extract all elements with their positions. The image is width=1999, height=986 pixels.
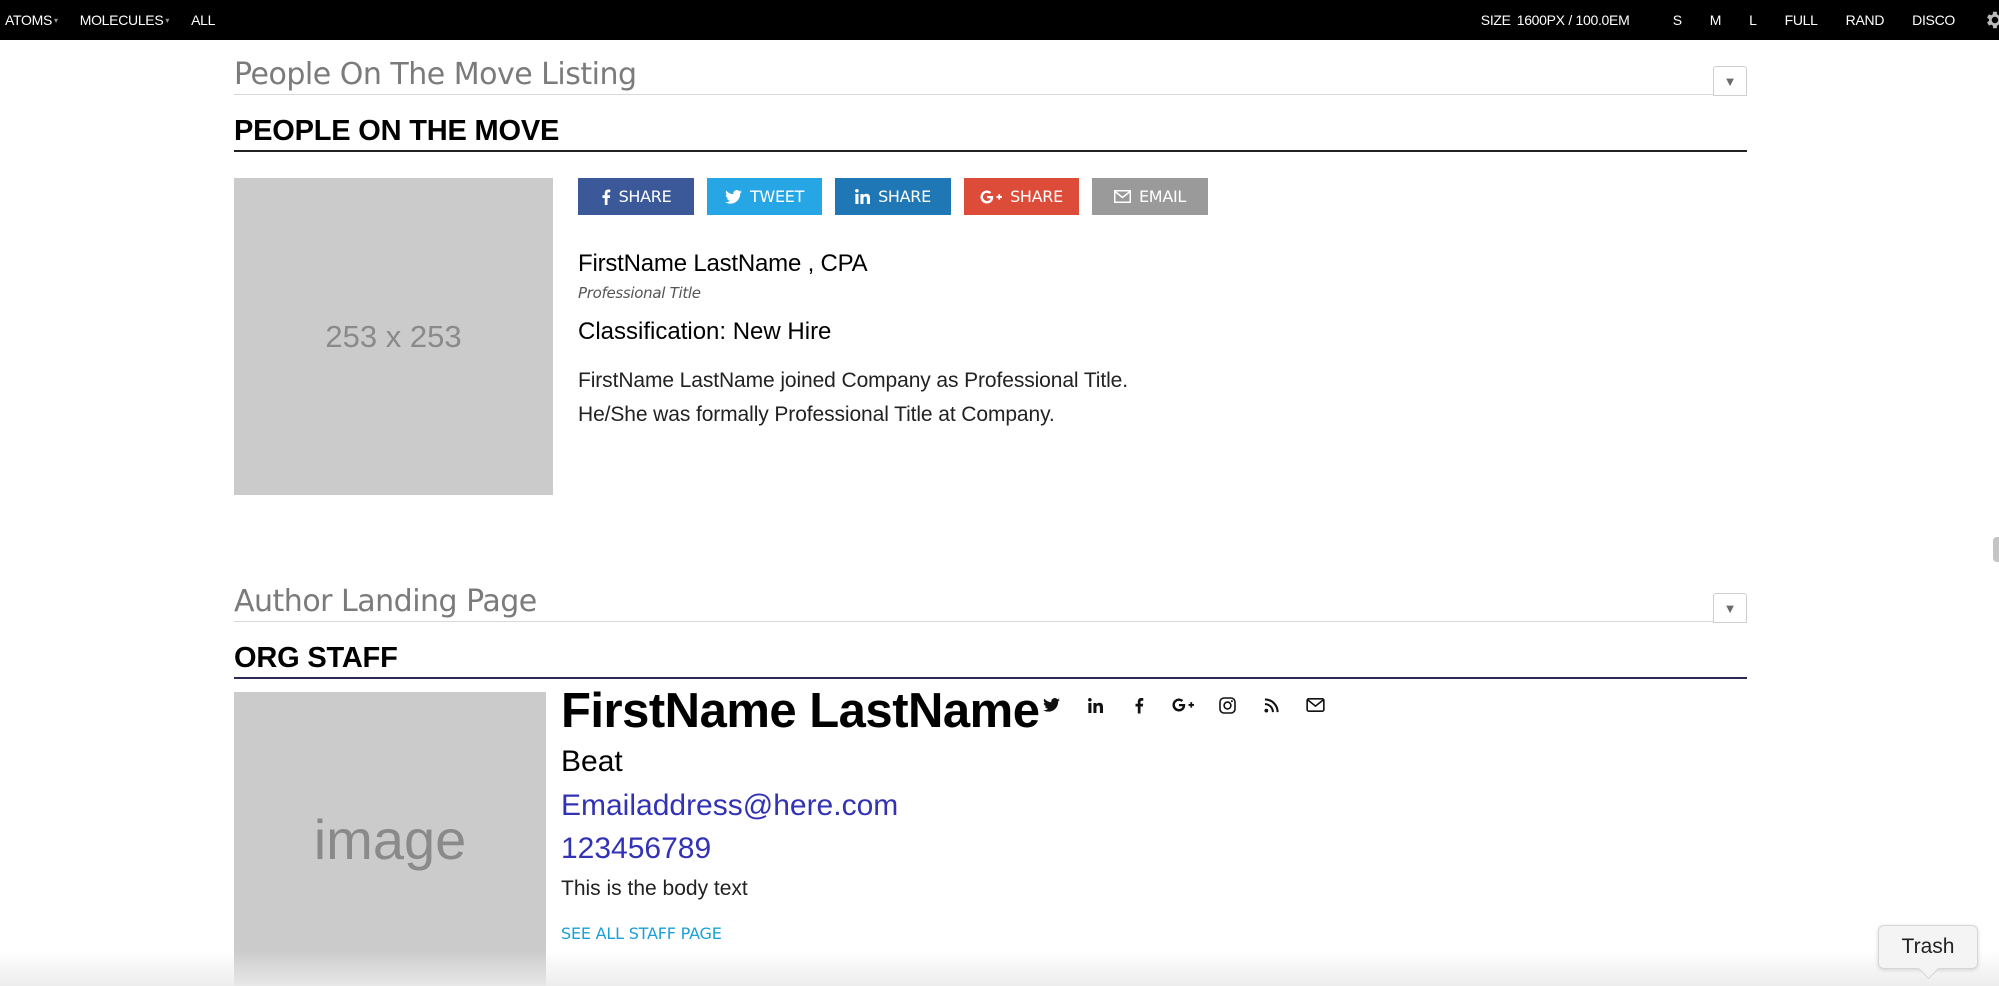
tweet-label: TWEET (749, 187, 805, 206)
nav-all-label: ALL (191, 12, 216, 28)
person-description: FirstName LastName joined Company as Pro… (578, 364, 1128, 432)
staff-phone-link[interactable]: 123456789 (561, 832, 711, 866)
size-disco-button[interactable]: DISCO (1912, 12, 1955, 28)
pattern-header-author-landing: Author Landing Page ▼ (234, 560, 1747, 623)
chevron-down-icon: ▾ (54, 15, 58, 25)
person-name: FirstName LastName , CPA (578, 250, 868, 277)
size-label: SIZE (1480, 12, 1511, 28)
classification: Classification: New Hire (578, 318, 832, 345)
twitter-icon (725, 189, 742, 204)
block-title: PEOPLE ON THE MOVE (234, 115, 560, 147)
size-value-input[interactable]: 1600PX / 100.0EM (1517, 12, 1647, 28)
nav-molecules[interactable]: MOLECULES ▾ (79, 12, 170, 28)
chevron-down-icon: ▾ (165, 15, 170, 25)
google-plus-share-button[interactable]: SHARE (964, 178, 1079, 215)
linkedin-icon[interactable] (1084, 694, 1106, 716)
staff-social-links (1040, 694, 1348, 716)
share-buttons: SHARE TWEET SHARE SHARE EMAIL (578, 178, 1221, 215)
envelope-icon (1114, 190, 1131, 203)
bottom-shadow (0, 950, 1999, 986)
scrollbar-handle[interactable] (1993, 537, 1999, 562)
pattern-toggle-button[interactable]: ▼ (1713, 66, 1747, 96)
share-label: SHARE (1010, 187, 1063, 206)
share-label: SHARE (618, 187, 672, 206)
staff-email-link[interactable]: Emailaddress@here.com (561, 789, 898, 823)
staff-name: FirstName LastName (561, 684, 1040, 738)
facebook-share-button[interactable]: SHARE (578, 178, 694, 215)
trash-label: Trash (1901, 935, 1955, 958)
professional-title: Professional Title (578, 284, 701, 302)
staff-beat: Beat (561, 745, 623, 778)
email-share-button[interactable]: EMAIL (1092, 178, 1208, 215)
size-medium-button[interactable]: M (1710, 12, 1722, 28)
size-random-button[interactable]: RAND (1846, 12, 1885, 28)
pattern-toggle-button[interactable]: ▼ (1713, 593, 1747, 623)
pattern-title: People On The Move Listing (234, 57, 637, 92)
rss-icon[interactable] (1260, 694, 1282, 716)
gear-icon[interactable] (1983, 9, 1999, 31)
linkedin-share-button[interactable]: SHARE (835, 178, 951, 215)
description-line: He/She was formally Professional Title a… (578, 403, 1055, 426)
toolbar-nav: ATOMS ▾ MOLECULES ▾ ALL (5, 0, 237, 40)
staff-body-text: This is the body text (561, 877, 748, 900)
envelope-icon[interactable] (1304, 694, 1326, 716)
pattern-header-people-on-the-move: People On The Move Listing ▼ (234, 33, 1747, 96)
description-line: FirstName LastName joined Company as Pro… (578, 369, 1128, 392)
google-plus-icon (980, 189, 1003, 204)
size-full-button[interactable]: FULL (1785, 12, 1818, 28)
see-all-staff-link[interactable]: SEE ALL STAFF PAGE (561, 924, 722, 943)
divider (234, 150, 1747, 152)
divider (234, 677, 1747, 679)
email-label: EMAIL (1139, 187, 1186, 206)
facebook-icon (602, 189, 610, 205)
person-photo-placeholder: 253 x 253 (234, 178, 553, 495)
linkedin-icon (855, 189, 871, 204)
nav-all[interactable]: ALL (191, 12, 215, 28)
twitter-tweet-button[interactable]: TWEET (707, 178, 822, 215)
block-title: ORG STAFF (234, 642, 398, 674)
twitter-icon[interactable] (1040, 694, 1062, 716)
image-dimensions-label: 253 x 253 (325, 318, 462, 354)
facebook-icon[interactable] (1128, 694, 1150, 716)
google-plus-icon[interactable] (1172, 694, 1194, 716)
nav-atoms-label: ATOMS (5, 12, 52, 28)
nav-molecules-label: MOLECULES (79, 12, 164, 28)
nav-atoms[interactable]: ATOMS ▾ (5, 12, 58, 28)
pattern-title: Author Landing Page (234, 584, 537, 619)
share-label: SHARE (878, 187, 931, 206)
instagram-icon[interactable] (1216, 694, 1238, 716)
size-large-button[interactable]: L (1749, 12, 1757, 28)
size-small-button[interactable]: S (1673, 12, 1682, 28)
trash-button[interactable]: Trash (1878, 925, 1978, 969)
image-label: image (313, 807, 467, 871)
staff-photo-placeholder: image (234, 692, 546, 986)
